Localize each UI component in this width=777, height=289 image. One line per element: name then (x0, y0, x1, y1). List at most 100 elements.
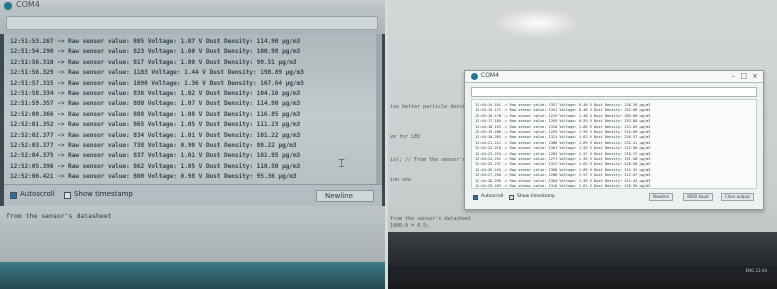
voltage-value: 0.48 (578, 103, 588, 107)
density-value: 110.50 (256, 162, 279, 170)
density-value: 212.07 (624, 173, 638, 178)
raw-value: 1351 (548, 108, 558, 113)
serial-output-line: 12:44:15.171 -> Raw sensor value: 1351 V… (475, 108, 651, 113)
voltage-value: 1.60 (578, 167, 588, 172)
timestamp: 12:52:00.366 (10, 110, 54, 118)
density-value: 253.80 (624, 119, 638, 124)
timestamp: 12:52:02.377 (10, 131, 54, 139)
density-value: 80.22 (256, 142, 275, 149)
raw-value: 738 (133, 142, 145, 149)
timestamp: 12:44:23.224 (475, 151, 501, 156)
density-value: 226.37 (624, 135, 638, 140)
timestamp: 12:44:28.256 (475, 178, 501, 183)
screen-glare (492, 8, 582, 38)
voltage-value: 0.55 (578, 119, 588, 124)
serial-output-line: 12:52:00.366 -> Raw sensor value: 888 Vo… (10, 110, 301, 118)
mouse-cursor-icon: ⌶ (338, 156, 346, 170)
serial-output-line: 12:44:25.237 -> Raw sensor value: 1327 V… (475, 162, 651, 167)
voltage-value: 1.07 (180, 38, 195, 45)
voltage-value: 1.57 (578, 173, 588, 178)
autoscroll-label: Autoscroll (481, 194, 504, 199)
baud-rate-select[interactable]: 9600 baud (683, 193, 713, 201)
serial-output-line: 12:51:56.329 -> Raw sensor value: 1183 V… (10, 69, 304, 77)
autoscroll-checkbox[interactable] (473, 195, 478, 200)
raw-value: 1283 (548, 151, 558, 156)
serial-monitor-titlebar: COM4 (0, 0, 385, 12)
minimize-icon[interactable]: – (732, 72, 736, 80)
raw-value: 1219 (548, 113, 558, 118)
raw-value: 1321 (548, 135, 558, 140)
serial-output-line: 12:51:58.334 -> Raw sensor value: 836 Vo… (10, 90, 301, 97)
editor-code-line: from the sensor's datasheet (390, 216, 472, 222)
density-value: 218.50 (624, 162, 638, 167)
timestamp: 12:44:25.237 (475, 162, 501, 167)
send-toolbar (0, 12, 385, 34)
raw-value: 1386 (548, 140, 558, 145)
maximize-icon[interactable]: □ (740, 72, 747, 80)
show-timestamp-checkbox[interactable] (64, 192, 71, 199)
window-title: COM4 (16, 0, 40, 9)
show-timestamp-label: Show timestamp (74, 190, 133, 198)
voltage-value: 0.98 (180, 173, 195, 181)
timestamp: 12:51:59.357 (10, 100, 54, 108)
voltage-value: 1.01 (180, 152, 195, 160)
show-timestamp-checkbox[interactable] (509, 195, 514, 200)
timestamp: 12:51:57.315 (10, 79, 54, 87)
density-value: 100.98 (256, 48, 279, 56)
voltage-value: 1.55 (578, 157, 588, 161)
line-ending-select[interactable]: Newline (316, 190, 374, 202)
editor-code-line: 1000.0 = 0.5; (390, 223, 430, 229)
voltage-value: 1.05 (180, 121, 195, 129)
voltage-value: 1.62 (578, 162, 588, 167)
timestamp: 12:44:24.231 (475, 157, 501, 161)
serial-monitor-window: COM4 – □ × 12:44:14.161 -> Raw sensor va… (464, 70, 764, 210)
raw-value: 1310 (548, 124, 558, 129)
density-value: 104.16 (256, 90, 279, 97)
timestamp: 12:44:17.184 (475, 119, 501, 124)
raw-value: 1295 (548, 130, 558, 134)
output-scrollbar[interactable] (376, 34, 382, 184)
timestamp: 12:44:19.200 (475, 130, 501, 134)
timestamp: 12:44:29.263 (475, 184, 501, 188)
raw-value: 1327 (548, 162, 558, 167)
serial-output-line: 12:44:17.184 -> Raw sensor value: 1265 V… (475, 119, 651, 124)
density-value: 95.36 (256, 173, 275, 181)
serial-output-line: 12:44:16.178 -> Raw sensor value: 1219 V… (475, 113, 651, 118)
density-value: 216.90 (624, 184, 638, 188)
serial-output-line: 12:51:56.310 -> Raw sensor value: 817 Vo… (10, 58, 297, 66)
serial-send-input[interactable] (6, 16, 378, 30)
voltage-value: 1.61 (578, 184, 588, 188)
timestamp: 12:51:58.334 (10, 90, 54, 97)
arduino-icon (471, 73, 478, 80)
timestamp: 12:52:04.375 (10, 152, 54, 160)
serial-output-line: 12:44:18.193 -> Raw sensor value: 1310 V… (475, 124, 651, 129)
serial-output-area: ⌶ 12:51:53.267 -> Raw sensor value: 885 … (4, 34, 382, 184)
density-value: 252.96 (624, 108, 638, 113)
timestamp: 12:52:01.352 (10, 121, 54, 129)
voltage-value: 1.08 (180, 110, 195, 118)
clear-output-button[interactable]: Clear output (721, 193, 754, 201)
taskbar: ENG 12:44 (388, 266, 777, 276)
timestamp: 12:51:56.310 (10, 58, 54, 66)
serial-output-line: 12:44:28.256 -> Raw sensor value: 1304 V… (475, 178, 651, 183)
voltage-value: 1.69 (578, 140, 588, 145)
close-icon[interactable]: × (752, 72, 758, 80)
left-monitor-photo: COM4 ⌶ 12:51:53.267 -> Raw sensor value:… (0, 0, 385, 289)
serial-output-line: 12:44:20.205 -> Raw sensor value: 1321 V… (475, 135, 651, 140)
autoscroll-checkbox[interactable] (10, 192, 17, 199)
voltage-value: 1.59 (578, 178, 588, 183)
voltage-value: 1.44 (184, 69, 199, 77)
raw-value: 1301 (548, 146, 558, 151)
timestamp: 12:44:18.193 (475, 124, 501, 129)
density-value: 210.60 (624, 130, 638, 134)
density-value: 99.51 (256, 58, 275, 66)
density-value: 213.90 (624, 146, 638, 151)
line-ending-select[interactable]: Newline (649, 193, 673, 201)
density-value: 228.26 (624, 103, 638, 107)
monitor-bottom-bar: Autoscroll Show timestamp Newline 9600 b… (471, 191, 757, 205)
timestamp: 12:44:20.205 (475, 135, 501, 140)
editor-code-line: ve for LED (390, 134, 421, 140)
raw-value: 834 (133, 131, 145, 139)
editor-code-line: ive better particle density (390, 104, 472, 110)
serial-send-input[interactable] (471, 87, 757, 97)
